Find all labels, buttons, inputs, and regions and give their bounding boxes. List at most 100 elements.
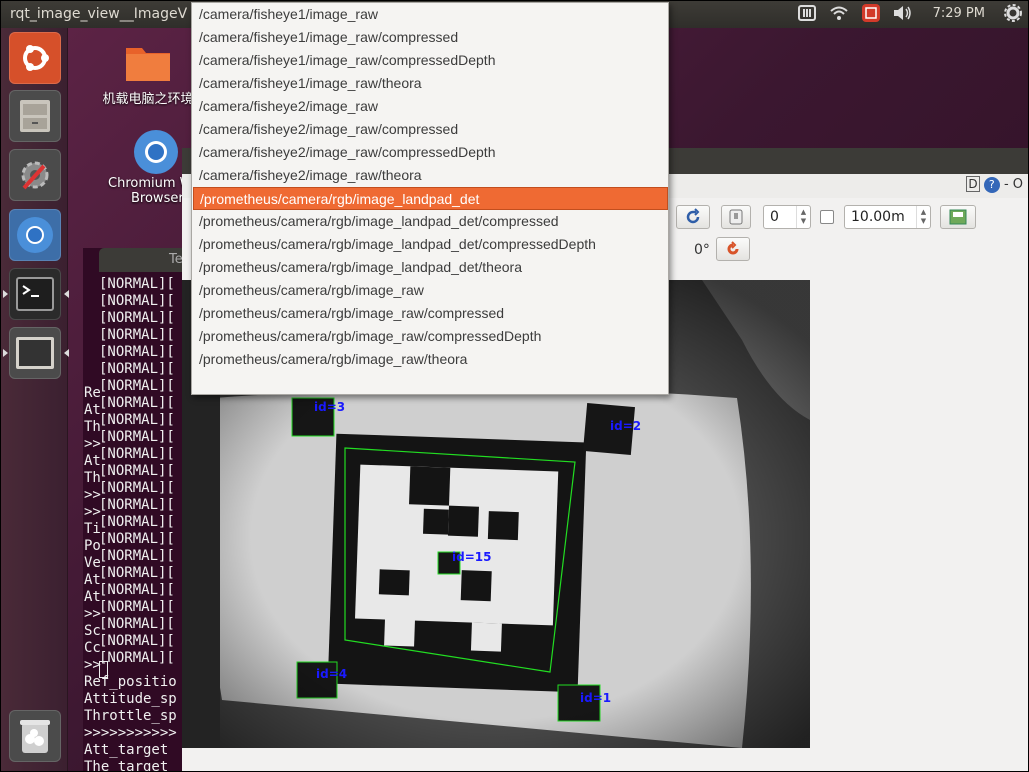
terminal-line: [NORMAL][: [99, 582, 175, 598]
spin-value: 0: [770, 209, 779, 225]
terminal-cursor: [99, 661, 108, 678]
ubuntu-logo-icon: [23, 45, 49, 71]
wifi-icon[interactable]: [829, 3, 849, 23]
terminal-line: Att_target: [84, 742, 169, 758]
terminal-line: Ti: [84, 521, 101, 537]
terminal-line: Re: [84, 385, 101, 401]
topic-option[interactable]: /camera/fisheye2/image_raw/compressed: [193, 118, 668, 141]
terminal-line: [NORMAL][: [99, 276, 175, 292]
terminal-line: Attitude_sp: [84, 691, 177, 707]
topic-option[interactable]: /prometheus/camera/rgb/image_raw/compres…: [193, 302, 668, 325]
chromium-icon: [17, 217, 53, 253]
terminal-line: [NORMAL][: [99, 650, 175, 666]
terminal-line: [NORMAL][: [99, 361, 175, 377]
terminal-line: At: [84, 453, 101, 469]
help-icon[interactable]: ?: [983, 177, 1000, 193]
terminal-line: >>: [84, 487, 101, 503]
topic-option[interactable]: /camera/fisheye2/image_raw: [193, 95, 668, 118]
clock[interactable]: 7:29 PM: [933, 6, 985, 21]
terminal-line: [NORMAL][: [99, 599, 175, 615]
terminal-line: >>: [84, 436, 101, 452]
terminal-line: Ve: [84, 555, 101, 571]
refresh-topics-button[interactable]: [676, 205, 710, 229]
topic-option[interactable]: /camera/fisheye2/image_raw/compressedDep…: [193, 141, 668, 164]
dock-icon[interactable]: D: [966, 176, 980, 192]
launcher-chromium-button[interactable]: [9, 209, 61, 261]
terminal-line: Throttle_sp: [84, 708, 177, 724]
terminal-line: [NORMAL][: [99, 463, 175, 479]
rotate-button[interactable]: [716, 237, 750, 261]
file-cabinet-icon: [20, 100, 50, 132]
topic-option[interactable]: /camera/fisheye2/image_raw/theora: [193, 164, 668, 187]
zoom-value: 10.00m: [851, 209, 905, 225]
zoom-spinbox[interactable]: 10.00m ▲ ▼: [844, 205, 931, 229]
topic-option[interactable]: /prometheus/camera/rgb/image_landpad_det…: [193, 256, 668, 279]
terminal-icon: [16, 277, 54, 311]
terminal-line: Sc: [84, 623, 101, 639]
launcher-trash-button[interactable]: [9, 710, 61, 762]
topic-option[interactable]: /camera/fisheye1/image_raw: [193, 3, 668, 26]
terminal-line: Po: [84, 538, 101, 554]
topic-option[interactable]: /prometheus/camera/rgb/image_landpad_det: [193, 187, 668, 210]
terminal-window[interactable]: Te [NORMAL][[NORMAL][[NORMAL][[NORMAL][[…: [83, 248, 193, 772]
desktop-folder-label: 机载电脑之环境: [102, 92, 194, 107]
topic-option[interactable]: /camera/fisheye1/image_raw/theora: [193, 72, 668, 95]
plugin-header-controls: D ? - O: [966, 176, 1023, 193]
terminal-line: >>>>>>>>>>>: [84, 725, 177, 741]
topic-option[interactable]: /prometheus/camera/rgb/image_landpad_det…: [193, 233, 668, 256]
folder-icon: [126, 48, 170, 81]
marker-label-id4: id=4: [316, 667, 347, 681]
terminal-line: At: [84, 589, 101, 605]
terminal-line: [NORMAL][: [99, 497, 175, 513]
terminal-line: [NORMAL][: [99, 344, 175, 360]
smooth-scale-spinbox[interactable]: 0 ▲ ▼: [763, 205, 811, 229]
terminal-line: Cc: [84, 640, 101, 656]
zoom-spin-arrows[interactable]: ▲ ▼: [916, 206, 930, 228]
topic-option[interactable]: /prometheus/camera/rgb/image_landpad_det…: [193, 210, 668, 233]
marker-label-id1: id=1: [580, 691, 611, 705]
terminal-line: [NORMAL][: [99, 293, 175, 309]
rotation-label: 0°: [694, 242, 710, 258]
topic-option[interactable]: /prometheus/camera/rgb/image_raw: [193, 279, 668, 302]
marker-label-id3: id=3: [314, 400, 345, 414]
window-title: rqt_image_view__ImageV: [10, 6, 188, 22]
topic-option[interactable]: /camera/fisheye1/image_raw/compressed: [193, 26, 668, 49]
terminal-line: [NORMAL][: [99, 633, 175, 649]
keyboard-icon[interactable]: [797, 3, 817, 23]
topic-option[interactable]: /prometheus/camera/rgb/image_raw/compres…: [193, 325, 668, 348]
settings-gear-icon[interactable]: [1003, 3, 1023, 23]
terminal-line: Th: [84, 419, 101, 435]
volume-icon[interactable]: [893, 3, 913, 23]
terminal-line: [NORMAL][: [99, 412, 175, 428]
terminal-line: At: [84, 572, 101, 588]
close-plugin-controls[interactable]: - O: [1004, 177, 1023, 192]
terminal-line: [NORMAL][: [99, 395, 175, 411]
chromium-icon: [134, 130, 178, 174]
launcher-settings-button[interactable]: [9, 149, 61, 201]
topic-option[interactable]: /prometheus/camera/rgb/image_raw/theora: [193, 348, 668, 371]
launcher-terminal-button[interactable]: [3, 268, 69, 320]
topic-dropdown-list[interactable]: /camera/fisheye1/image_raw/camera/fishey…: [191, 2, 669, 395]
terminal-line: The target: [84, 759, 169, 772]
launcher-ubuntu-button[interactable]: [9, 32, 61, 84]
save-as-image-button[interactable]: [721, 205, 751, 229]
rotate-icon: [727, 241, 739, 255]
terminal-line: [NORMAL][: [99, 565, 175, 581]
terminal-tab[interactable]: Te: [99, 248, 193, 272]
input-method-icon[interactable]: [861, 3, 881, 23]
topic-option[interactable]: /camera/fisheye1/image_raw/compressedDep…: [193, 49, 668, 72]
terminal-line: [NORMAL][: [99, 378, 175, 394]
terminal-line: Th: [84, 470, 101, 486]
marker-label-id2: id=2: [610, 419, 641, 433]
zoom-checkbox[interactable]: [820, 210, 834, 224]
launcher-workspace-button[interactable]: [3, 327, 69, 379]
save-picture-icon: [949, 209, 967, 225]
system-settings-icon: [21, 161, 49, 190]
terminal-line: Ref_positio: [84, 674, 177, 690]
terminal-line: >>: [84, 606, 101, 622]
save-image-button[interactable]: [940, 205, 976, 229]
trash-icon: [20, 720, 50, 753]
launcher-files-button[interactable]: [9, 90, 61, 142]
spin-arrows[interactable]: ▲ ▼: [796, 206, 810, 228]
desktop-folder-icon[interactable]: 机载电脑之环境: [98, 40, 198, 107]
